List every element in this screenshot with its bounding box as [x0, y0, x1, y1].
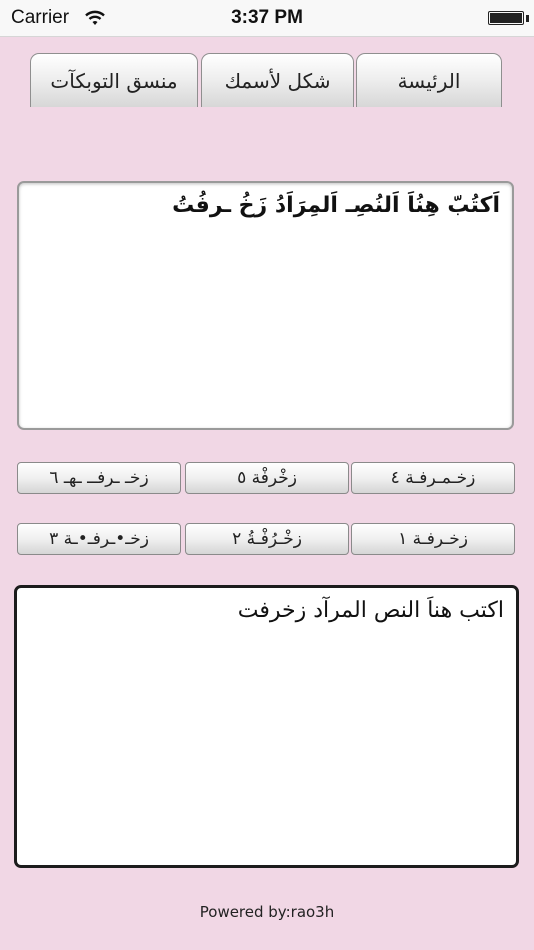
clock: 3:37 PM: [231, 7, 303, 28]
decorate-style-5-button[interactable]: زخْرفْة ٥: [185, 462, 349, 494]
tab-home[interactable]: الرئيسة: [356, 53, 502, 107]
decorate-style-2-button[interactable]: زخْـرُفْـةُ ٢: [185, 523, 349, 555]
tab-name-style[interactable]: شكل لأسمك: [201, 53, 354, 107]
tab-topic-formatter[interactable]: منسق التوبكآت: [30, 53, 198, 107]
decorated-text-area[interactable]: اَكتُبّ هِنُاَ اَلنُصِـ اَلمِرَاَدُ زَخُ…: [17, 181, 514, 430]
decorate-style-3-button[interactable]: زخـ•ـرفـ•ـة ٣: [17, 523, 181, 555]
decorate-style-4-button[interactable]: زخـمـرفـة ٤: [351, 462, 515, 494]
battery-icon: [488, 11, 524, 25]
decorate-style-1-button[interactable]: زخـرفـة ١: [351, 523, 515, 555]
decorate-style-6-button[interactable]: زخـ ـرفــ ـهـ ٦: [17, 462, 181, 494]
battery-cap: [526, 15, 529, 22]
source-text: اكتب هناَ النص المرآد زخرفت: [237, 598, 504, 623]
status-bar: Carrier 3:37 PM: [0, 0, 534, 37]
decorated-text: اَكتُبّ هِنُاَ اَلنُصِـ اَلمِرَاَدُ زَخُ…: [172, 193, 500, 218]
footer-credit: Powered by:rao3h: [199, 903, 335, 921]
source-text-input[interactable]: اكتب هناَ النص المرآد زخرفت: [14, 585, 519, 868]
